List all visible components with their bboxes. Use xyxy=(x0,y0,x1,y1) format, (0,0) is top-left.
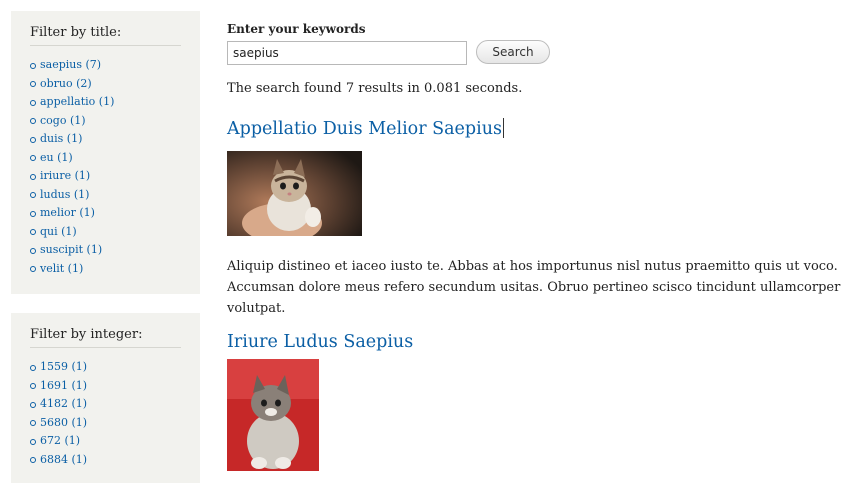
search-summary: The search found 7 results in 0.081 seco… xyxy=(227,81,523,96)
facet-link[interactable]: 1559 (1) xyxy=(40,360,87,373)
facet-link[interactable]: qui (1) xyxy=(40,225,77,238)
result-title-link[interactable]: Appellatio Duis Melior Saepius xyxy=(227,119,502,139)
filter-by-title-heading: Filter by title: xyxy=(30,25,181,46)
facet-item: iriure (1) xyxy=(30,167,181,186)
facet-item: 1559 (1) xyxy=(30,358,181,377)
facet-link[interactable]: obruo (2) xyxy=(40,77,92,90)
facet-item: qui (1) xyxy=(30,223,181,242)
facet-link[interactable]: 4182 (1) xyxy=(40,397,87,410)
facet-item: cogo (1) xyxy=(30,112,181,131)
result-title-link[interactable]: Iriure Ludus Saepius xyxy=(227,332,413,352)
facet-item: velit (1) xyxy=(30,260,181,279)
facet-item: 1691 (1) xyxy=(30,377,181,396)
facet-link[interactable]: melior (1) xyxy=(40,206,95,219)
facet-item: 6884 (1) xyxy=(30,451,181,470)
facet-link[interactable]: iriure (1) xyxy=(40,169,90,182)
filter-by-integer-block: Filter by integer: 1559 (1) 1691 (1) 418… xyxy=(11,313,200,483)
facet-link[interactable]: ludus (1) xyxy=(40,188,89,201)
filter-by-title-list: saepius (7) obruo (2) appellatio (1) cog… xyxy=(30,56,181,278)
result-snippet: Aliquip distineo et iaceo iusto te. Abba… xyxy=(227,259,841,316)
kitten-photo-icon xyxy=(227,359,319,471)
facet-link[interactable]: 5680 (1) xyxy=(40,416,87,429)
facet-item: ludus (1) xyxy=(30,186,181,205)
facet-item: 5680 (1) xyxy=(30,414,181,433)
facet-link[interactable]: suscipit (1) xyxy=(40,243,102,256)
facet-item: melior (1) xyxy=(30,204,181,223)
facet-item: appellatio (1) xyxy=(30,93,181,112)
result-thumbnail[interactable] xyxy=(227,359,319,471)
facet-item: 4182 (1) xyxy=(30,395,181,414)
filter-by-integer-heading: Filter by integer: xyxy=(30,327,181,348)
facet-link[interactable]: appellatio (1) xyxy=(40,95,114,108)
facet-link[interactable]: saepius (7) xyxy=(40,58,101,71)
facet-item: eu (1) xyxy=(30,149,181,168)
facet-item: suscipit (1) xyxy=(30,241,181,260)
result-title-wrapper: Appellatio Duis Melior Saepius xyxy=(227,118,504,139)
search-label: Enter your keywords xyxy=(227,22,366,36)
filter-by-integer-list: 1559 (1) 1691 (1) 4182 (1) 5680 (1) 672 … xyxy=(30,358,181,469)
facet-link[interactable]: duis (1) xyxy=(40,132,82,145)
search-button[interactable]: Search xyxy=(476,40,550,64)
facet-link[interactable]: 672 (1) xyxy=(40,434,80,447)
text-cursor xyxy=(502,118,504,138)
facet-link[interactable]: 1691 (1) xyxy=(40,379,87,392)
result-title-wrapper: Iriure Ludus Saepius xyxy=(227,332,413,352)
filter-by-title-block: Filter by title: saepius (7) obruo (2) a… xyxy=(11,11,200,294)
kitten-photo-icon xyxy=(227,151,362,236)
facet-item: obruo (2) xyxy=(30,75,181,94)
facet-item: saepius (7) xyxy=(30,56,181,75)
facet-link[interactable]: velit (1) xyxy=(40,262,83,275)
facet-link[interactable]: 6884 (1) xyxy=(40,453,87,466)
result-thumbnail[interactable] xyxy=(227,151,362,236)
facet-item: 672 (1) xyxy=(30,432,181,451)
search-input[interactable] xyxy=(227,41,467,65)
facet-link[interactable]: cogo (1) xyxy=(40,114,86,127)
facet-link[interactable]: eu (1) xyxy=(40,151,73,164)
facet-item: duis (1) xyxy=(30,130,181,149)
